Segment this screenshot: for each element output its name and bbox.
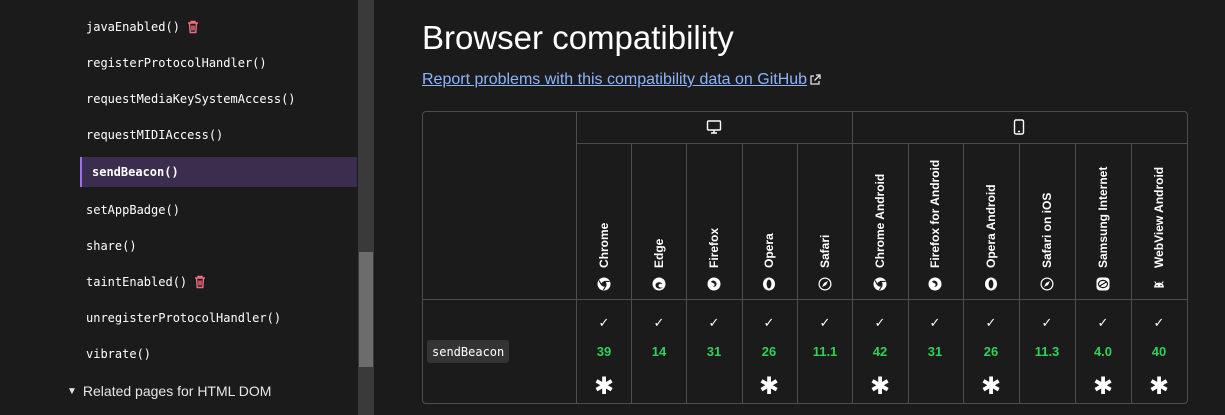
chrome-icon	[873, 277, 887, 291]
check-icon: ✓	[763, 315, 775, 330]
sidebar-item-vibrate[interactable]: vibrate()	[80, 339, 357, 369]
browser-name-chrome: Chrome	[597, 222, 611, 268]
sidebar-item-label: setAppBadge()	[86, 203, 180, 217]
firefox-icon	[928, 277, 942, 291]
sidebar-item-label: taintEnabled()	[86, 275, 188, 289]
browser-name-chrome-android: Chrome Android	[873, 173, 887, 268]
column-divider	[1019, 144, 1020, 404]
browser-name-edge: Edge	[652, 238, 666, 268]
safari-icon	[1040, 277, 1054, 291]
sidebar-item-share[interactable]: share()	[80, 231, 357, 261]
browser-name-firefox: Firefox	[707, 227, 721, 268]
column-divider	[631, 144, 632, 404]
notes-asterisk-icon[interactable]: ✱	[594, 372, 614, 400]
browser-name-safari: Safari	[818, 234, 832, 268]
check-icon: ✓	[1097, 315, 1109, 330]
sidebar-item-setappbadge[interactable]: setAppBadge()	[80, 195, 357, 225]
related-pages-label: Related pages for HTML DOM	[82, 383, 272, 399]
notes-asterisk-icon[interactable]: ✱	[759, 372, 779, 400]
trash-icon	[194, 275, 206, 289]
opera-icon	[762, 277, 776, 291]
version-added-firefox-for-android[interactable]: 31	[915, 344, 955, 359]
column-divider	[742, 144, 743, 404]
opera-icon	[984, 277, 998, 291]
version-added-chrome[interactable]: 39	[584, 344, 624, 359]
platform-divider	[852, 112, 853, 404]
report-link-text: Report problems with this compatibility …	[422, 71, 808, 88]
check-icon: ✓	[598, 315, 610, 330]
sidebar-item-label: requestMIDIAccess()	[86, 128, 224, 142]
sidebar-item-label: vibrate()	[86, 347, 152, 361]
sidebar-item-label: registerProtocolHandler()	[86, 56, 267, 70]
browser-name-firefox-for-android: Firefox for Android	[928, 159, 942, 268]
browser-name-samsung-internet: Samsung Internet	[1096, 166, 1110, 268]
column-divider	[963, 144, 964, 404]
edge-icon	[652, 277, 666, 291]
notes-asterisk-icon[interactable]: ✱	[981, 372, 1001, 400]
sidebar-item-label: share()	[86, 239, 137, 253]
browser-name-opera-android: Opera Android	[984, 184, 998, 268]
sidebar-scrollbar-thumb[interactable]	[359, 252, 373, 367]
samsung-icon	[1096, 277, 1110, 291]
sidebar-item-javaenabled[interactable]: javaEnabled()	[80, 12, 357, 42]
disclosure-triangle-icon: ▼	[67, 385, 77, 397]
version-added-webview-android[interactable]: 40	[1139, 344, 1179, 359]
check-icon: ✓	[985, 315, 997, 330]
body-divider	[423, 299, 1187, 300]
version-added-chrome-android[interactable]: 42	[860, 344, 900, 359]
check-icon: ✓	[929, 315, 941, 330]
check-icon: ✓	[819, 315, 831, 330]
section-title: Browser compatibility	[422, 19, 734, 56]
android-icon	[1152, 277, 1166, 291]
version-added-opera-android[interactable]: 26	[971, 344, 1011, 359]
version-added-firefox[interactable]: 31	[694, 344, 734, 359]
version-added-safari-on-ios[interactable]: 11.3	[1027, 344, 1067, 359]
version-added-samsung-internet[interactable]: 4.0	[1083, 344, 1123, 359]
check-icon: ✓	[653, 315, 665, 330]
sidebar-item-label: sendBeacon()	[92, 165, 179, 179]
chrome-icon	[597, 277, 611, 291]
trash-icon	[187, 20, 199, 34]
sidebar-item-label: requestMediaKeySystemAccess()	[86, 92, 296, 106]
version-added-opera[interactable]: 26	[749, 344, 789, 359]
mobile-icon	[1013, 119, 1025, 140]
sidebar-item-requestmediakeysystemaccess[interactable]: requestMediaKeySystemAccess()	[80, 84, 357, 114]
column-divider	[908, 144, 909, 404]
notes-asterisk-icon[interactable]: ✱	[1093, 372, 1113, 400]
column-divider	[797, 144, 798, 404]
external-link-icon	[810, 74, 821, 85]
compat-table	[422, 111, 1188, 404]
check-icon: ✓	[1041, 315, 1053, 330]
report-problems-link[interactable]: Report problems with this compatibility …	[422, 71, 821, 89]
notes-asterisk-icon[interactable]: ✱	[1149, 372, 1169, 400]
sidebar: javaEnabled() registerProtocolHandler() …	[0, 0, 358, 415]
browser-name-webview-android: WebView Android	[1152, 166, 1166, 268]
firefox-icon	[707, 277, 721, 291]
check-icon: ✓	[1153, 315, 1165, 330]
sidebar-item-sendbeacon[interactable]: sendBeacon()	[80, 157, 357, 187]
sidebar-item-label: unregisterProtocolHandler()	[86, 311, 282, 325]
version-added-edge[interactable]: 14	[639, 344, 679, 359]
column-divider	[686, 144, 687, 404]
check-icon: ✓	[874, 315, 886, 330]
column-divider	[1075, 144, 1076, 404]
column-divider	[576, 112, 577, 404]
check-icon: ✓	[708, 315, 720, 330]
version-added-safari[interactable]: 11.1	[805, 344, 845, 359]
browser-name-safari-on-ios: Safari on iOS	[1040, 192, 1054, 268]
sidebar-item-registerprotocolhandler[interactable]: registerProtocolHandler()	[80, 48, 357, 78]
sidebar-item-requestmidiaccess[interactable]: requestMIDIAccess()	[80, 120, 357, 150]
sidebar-item-unregisterprotocolhandler[interactable]: unregisterProtocolHandler()	[80, 303, 357, 333]
safari-icon	[818, 277, 832, 291]
feature-name-chip: sendBeacon	[427, 340, 510, 363]
column-divider	[1131, 144, 1132, 404]
sidebar-item-label: javaEnabled()	[86, 20, 180, 34]
browser-name-opera: Opera	[762, 233, 776, 268]
notes-asterisk-icon[interactable]: ✱	[870, 372, 890, 400]
related-pages-toggle[interactable]: ▼ Related pages for HTML DOM	[67, 380, 271, 402]
sidebar-item-taintenabled[interactable]: taintEnabled()	[80, 267, 357, 297]
